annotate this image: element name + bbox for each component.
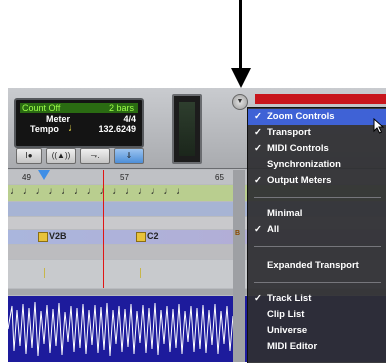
- ruler-edge-strip: B: [233, 170, 245, 362]
- meter-value: 4/4: [123, 114, 136, 124]
- menu-item-label: Zoom Controls: [267, 111, 335, 122]
- menu-item-midi-editor[interactable]: MIDI Editor: [248, 339, 386, 355]
- meter-label: Meter: [46, 114, 71, 124]
- marker-label[interactable]: V2B: [49, 231, 67, 241]
- count-off-value: 2 bars: [108, 103, 134, 113]
- menu-item-label: Synchronization: [267, 159, 341, 170]
- menu-item-label: Transport: [267, 127, 311, 138]
- menu-item-label: All: [267, 224, 280, 235]
- menu-item-all[interactable]: ✓ All: [248, 222, 386, 238]
- menu-item-transport[interactable]: ✓ Transport: [248, 125, 386, 141]
- menu-item-synchronization[interactable]: Synchronization: [248, 157, 386, 173]
- menu-item-midi-controls[interactable]: ✓ MIDI Controls: [248, 141, 386, 157]
- midi-merge-icon: ⇓: [125, 151, 133, 160]
- tempo-value: 132.6249: [98, 124, 136, 134]
- wait-for-note-button[interactable]: I●: [16, 148, 42, 164]
- menu-item-label: Expanded Transport: [267, 260, 359, 271]
- output-meter: [172, 94, 202, 164]
- midi-merge-button[interactable]: ⇓: [114, 148, 144, 164]
- check-icon: ✓: [254, 127, 262, 138]
- check-icon: ✓: [254, 224, 262, 235]
- bar-number: 49: [22, 173, 31, 182]
- mouse-pointer-icon: [373, 118, 385, 134]
- count-off-row: Count Off 2 bars: [20, 103, 138, 113]
- selection-start-flag[interactable]: [38, 170, 50, 180]
- check-icon: ✓: [254, 111, 262, 122]
- wait-for-note-icon: I●: [25, 151, 33, 160]
- toolbar-options-menu: ✓ Zoom Controls ✓ Transport ✓ MIDI Contr…: [247, 107, 386, 363]
- zoom-controls-strip: [255, 94, 386, 104]
- menu-item-universe[interactable]: Universe: [248, 323, 386, 339]
- chevron-down-icon: ▼: [236, 98, 244, 105]
- playhead-line: [103, 170, 104, 288]
- check-icon: ✓: [254, 143, 262, 154]
- transport-counter-display[interactable]: Count Off 2 bars Meter 4/4 Tempo ♩ 132.6…: [14, 98, 144, 148]
- tempo-label: Tempo: [30, 124, 59, 134]
- menu-item-label: Track List: [267, 293, 312, 304]
- click-icon: ((▲)): [51, 151, 71, 160]
- tempo-note-icon: ♩ ♩ ♩ ♩ ♩ ♩ ♩ ♩ ♩ ♩ ♩ ♩ ♩ ♩: [10, 186, 187, 197]
- countoff-icon: ⇁.: [90, 151, 100, 160]
- quarter-note-icon: ♩: [68, 122, 79, 134]
- countoff-button[interactable]: ⇁.: [80, 148, 110, 164]
- menu-item-label: Clip List: [267, 309, 305, 320]
- check-icon: ✓: [254, 293, 262, 304]
- menu-item-track-list[interactable]: ✓ Track List: [248, 291, 386, 307]
- marker-flag-icon: [136, 232, 146, 242]
- toolbar-options-button[interactable]: ▼: [232, 94, 248, 110]
- count-off-label: Count Off: [22, 103, 61, 113]
- menu-separator: [254, 197, 381, 198]
- side-label: B: [235, 230, 241, 237]
- marker-flag-icon: [38, 232, 48, 242]
- bar-number: 65: [215, 173, 224, 182]
- marker-label[interactable]: C2: [147, 231, 159, 241]
- menu-item-label: Output Meters: [267, 175, 332, 186]
- menu-item-expanded-transport[interactable]: Expanded Transport: [248, 258, 386, 274]
- menu-separator: [254, 282, 381, 283]
- menu-item-label: Universe: [267, 325, 308, 336]
- menu-item-clip-list[interactable]: Clip List: [248, 307, 386, 323]
- annotation-arrow-shaft: [239, 0, 242, 70]
- meter-bar: [179, 102, 195, 156]
- bar-number: 57: [120, 173, 129, 182]
- menu-item-zoom-controls[interactable]: ✓ Zoom Controls: [248, 109, 386, 125]
- menu-item-output-meters[interactable]: ✓ Output Meters: [248, 173, 386, 189]
- menu-item-label: MIDI Controls: [267, 143, 329, 154]
- annotation-arrow-head: [231, 68, 251, 88]
- menu-item-minimal[interactable]: Minimal: [248, 206, 386, 222]
- click-button[interactable]: ((▲)): [46, 148, 76, 164]
- menu-item-label: MIDI Editor: [267, 341, 318, 352]
- menu-item-label: Minimal: [267, 208, 303, 219]
- check-icon: ✓: [254, 175, 262, 186]
- menu-separator: [254, 246, 381, 247]
